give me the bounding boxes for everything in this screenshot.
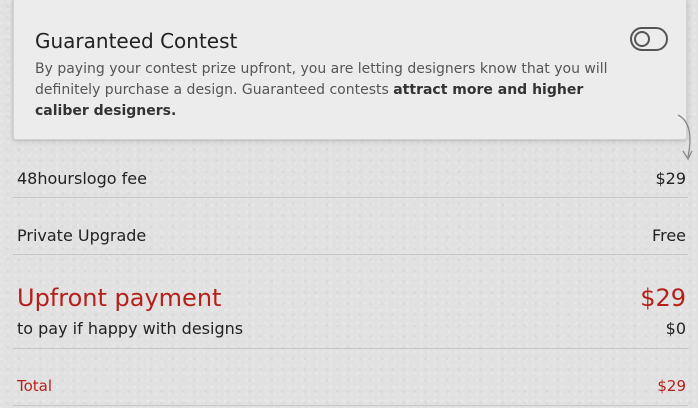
- pay-if-happy-value: $0: [665, 319, 686, 338]
- guaranteed-contest-title: Guaranteed Contest: [35, 29, 238, 53]
- guaranteed-contest-description: By paying your contest prize upfront, yo…: [35, 59, 635, 122]
- private-upgrade-value: Free: [652, 226, 686, 245]
- curl-arrow-icon: [677, 114, 693, 161]
- pay-if-happy-label: to pay if happy with designs: [17, 319, 244, 338]
- fee-row: 48hourslogo fee $29: [13, 160, 688, 198]
- fee-label: 48hourslogo fee: [17, 169, 147, 188]
- upfront-payment-label: Upfront payment: [17, 284, 222, 312]
- guaranteed-toggle[interactable]: [630, 27, 668, 51]
- upfront-payment-value: $29: [640, 284, 686, 312]
- toggle-knob: [634, 31, 650, 47]
- total-value: $29: [657, 377, 686, 395]
- private-upgrade-row: Private Upgrade Free: [13, 217, 688, 255]
- total-row: Total $29: [13, 368, 688, 406]
- upfront-payment-row: Upfront payment $29 to pay if happy with…: [13, 282, 688, 349]
- guaranteed-contest-card: Guaranteed Contest By paying your contes…: [13, 0, 687, 140]
- fee-value: $29: [655, 169, 686, 188]
- private-upgrade-label: Private Upgrade: [17, 226, 147, 245]
- total-label: Total: [17, 377, 53, 395]
